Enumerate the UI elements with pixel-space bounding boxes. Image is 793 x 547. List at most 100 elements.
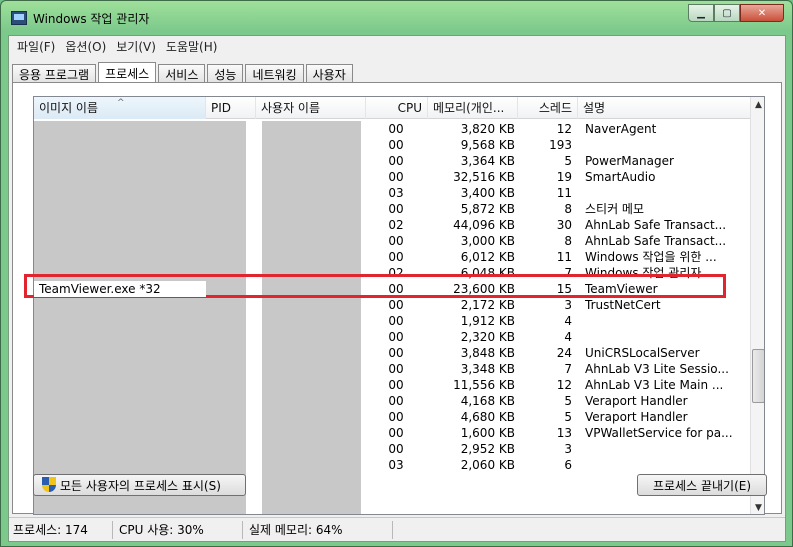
cell-memory: 9,568 KB [460,138,515,152]
tab-users[interactable]: 사용자 [305,64,353,83]
cell-description: AhnLab V3 Lite Main ... [585,378,724,392]
table-row[interactable]: 02 6,048 KB 7 Windows 작업 관리자 [34,265,750,281]
table-row[interactable]: 00 1,912 KB 4 [34,313,750,329]
cell-cpu: 00 [388,410,404,424]
table-row[interactable]: 00 3,348 KB 7 AhnLab V3 Lite Sessio... [34,361,750,377]
column-header: 이미지 이름 ^ PID 사용자 이름 CPU 메모리(개인... 스레드 설명 [34,97,750,119]
tab-strip: 응용 프로그램 프로세스 서비스 성능 네트워킹 사용자 [12,61,355,84]
cell-cpu: 03 [388,186,404,200]
cell-threads: 8 [564,202,572,216]
menu-file[interactable]: 파일(F) [13,38,59,55]
vertical-scrollbar[interactable]: ▲ ▼ [750,97,764,514]
column-description[interactable]: 설명 [578,97,750,119]
cell-threads: 5 [564,394,572,408]
table-row[interactable]: 00 3,000 KB 8 AhnLab Safe Transact... [34,233,750,249]
cell-description: SmartAudio [585,170,656,184]
cell-threads: 12 [556,122,572,136]
window-title: Windows 작업 관리자 [33,12,150,26]
column-threads[interactable]: 스레드 [518,97,578,119]
column-user-name[interactable]: 사용자 이름 [256,97,366,119]
cell-threads: 4 [564,314,572,328]
table-row[interactable]: 00 11,556 KB 12 AhnLab V3 Lite Main ... [34,377,750,393]
table-row[interactable]: 00 2,952 KB 3 [34,441,750,457]
cell-cpu: 00 [388,394,404,408]
cell-image-name [39,153,199,169]
process-list[interactable]: 이미지 이름 ^ PID 사용자 이름 CPU 메모리(개인... 스레드 설명 … [33,96,765,515]
cell-description [585,185,745,201]
cell-memory: 23,600 KB [453,282,515,296]
menu-view[interactable]: 보기(V) [112,38,160,55]
minimize-button[interactable]: ▁ [688,4,714,22]
table-row[interactable]: 03 2,060 KB 6 [34,457,750,473]
cell-image-name [39,249,199,265]
tab-applications[interactable]: 응용 프로그램 [12,64,97,83]
cell-threads: 15 [556,282,572,296]
table-row[interactable]: TeamViewer.exe *32 00 23,600 KB 15 TeamViewe… [34,281,750,297]
cell-image-name [39,185,199,201]
column-memory[interactable]: 메모리(개인... [428,97,518,119]
cell-threads: 6 [564,458,572,472]
task-manager-window: Windows 작업 관리자 ▁ ▢ ✕ 파일(F) 옵션(O) 보기(V) 도… [0,0,793,547]
status-cpu-usage: CPU 사용: 30% [113,520,243,539]
show-all-users-button[interactable]: 모든 사용자의 프로세스 표시(S) [33,474,246,496]
cell-threads: 7 [564,266,572,280]
window-controls: ▁ ▢ ✕ [688,4,784,22]
cell-cpu: 00 [388,170,404,184]
end-process-button[interactable]: 프로세스 끝내기(E) [637,474,767,496]
scroll-down-icon[interactable]: ▼ [751,500,764,514]
cell-memory: 3,400 KB [460,186,515,200]
cell-cpu: 00 [388,330,404,344]
cell-image-name [39,361,199,377]
cell-cpu: 03 [388,458,404,472]
column-cpu[interactable]: CPU [366,97,428,119]
table-row[interactable]: 00 4,680 KB 5 Veraport Handler [34,409,750,425]
table-row[interactable]: 00 4,168 KB 5 Veraport Handler [34,393,750,409]
table-row[interactable]: 02 44,096 KB 30 AhnLab Safe Transact... [34,217,750,233]
cell-cpu: 00 [388,426,404,440]
tab-processes[interactable]: 프로세스 [98,62,157,84]
close-button[interactable]: ✕ [740,4,784,22]
cell-image-name [39,345,199,361]
maximize-button[interactable]: ▢ [714,4,740,22]
cell-memory: 4,680 KB [460,410,515,424]
tab-services[interactable]: 서비스 [158,64,206,83]
column-pid[interactable]: PID [206,97,256,119]
cell-cpu: 00 [388,138,404,152]
cell-cpu: 00 [388,362,404,376]
table-row[interactable]: 00 32,516 KB 19 SmartAudio [34,169,750,185]
cell-memory: 1,912 KB [460,314,515,328]
table-row[interactable]: 00 3,364 KB 5 PowerManager [34,153,750,169]
scroll-up-icon[interactable]: ▲ [751,97,764,113]
table-row[interactable]: 00 9,568 KB 193 [34,137,750,153]
tab-networking[interactable]: 네트워킹 [245,64,304,83]
cell-image-name [39,393,199,409]
cell-memory: 3,364 KB [460,154,515,168]
table-row[interactable]: 00 5,872 KB 8 스티커 메모 [34,201,750,217]
table-row[interactable]: 00 3,820 KB 12 NaverAgent [34,121,750,137]
table-row[interactable]: 00 6,012 KB 11 Windows 작업을 위한 ... [34,249,750,265]
client-area: 파일(F) 옵션(O) 보기(V) 도움말(H) 응용 프로그램 프로세스 서비… [8,35,786,542]
cell-threads: 5 [564,154,572,168]
cell-threads: 8 [564,234,572,248]
table-row[interactable]: 00 2,172 KB 3 TrustNetCert [34,297,750,313]
redacted-pid-cell [206,281,246,293]
cell-cpu: 02 [388,266,404,280]
table-row[interactable]: 03 3,400 KB 11 [34,185,750,201]
cell-threads: 19 [556,170,572,184]
cell-image-name [39,425,199,441]
cell-description: VPWalletService for pa... [585,426,733,440]
title-bar[interactable]: Windows 작업 관리자 ▁ ▢ ✕ [1,1,792,35]
cell-threads: 12 [556,378,572,392]
menu-options[interactable]: 옵션(O) [61,38,110,55]
cell-description: Windows 작업 관리자 [585,266,702,280]
table-row[interactable]: 00 1,600 KB 13 VPWalletService for pa... [34,425,750,441]
table-row[interactable]: 00 3,848 KB 24 UniCRSLocalServer [34,345,750,361]
uac-shield-icon [42,477,56,493]
cell-image-name [39,329,199,345]
column-image-name[interactable]: 이미지 이름 ^ [34,97,206,119]
cell-threads: 5 [564,410,572,424]
table-row[interactable]: 00 2,320 KB 4 [34,329,750,345]
tab-performance[interactable]: 성능 [207,64,244,83]
menu-help[interactable]: 도움말(H) [162,38,222,55]
scroll-thumb[interactable] [752,349,764,403]
